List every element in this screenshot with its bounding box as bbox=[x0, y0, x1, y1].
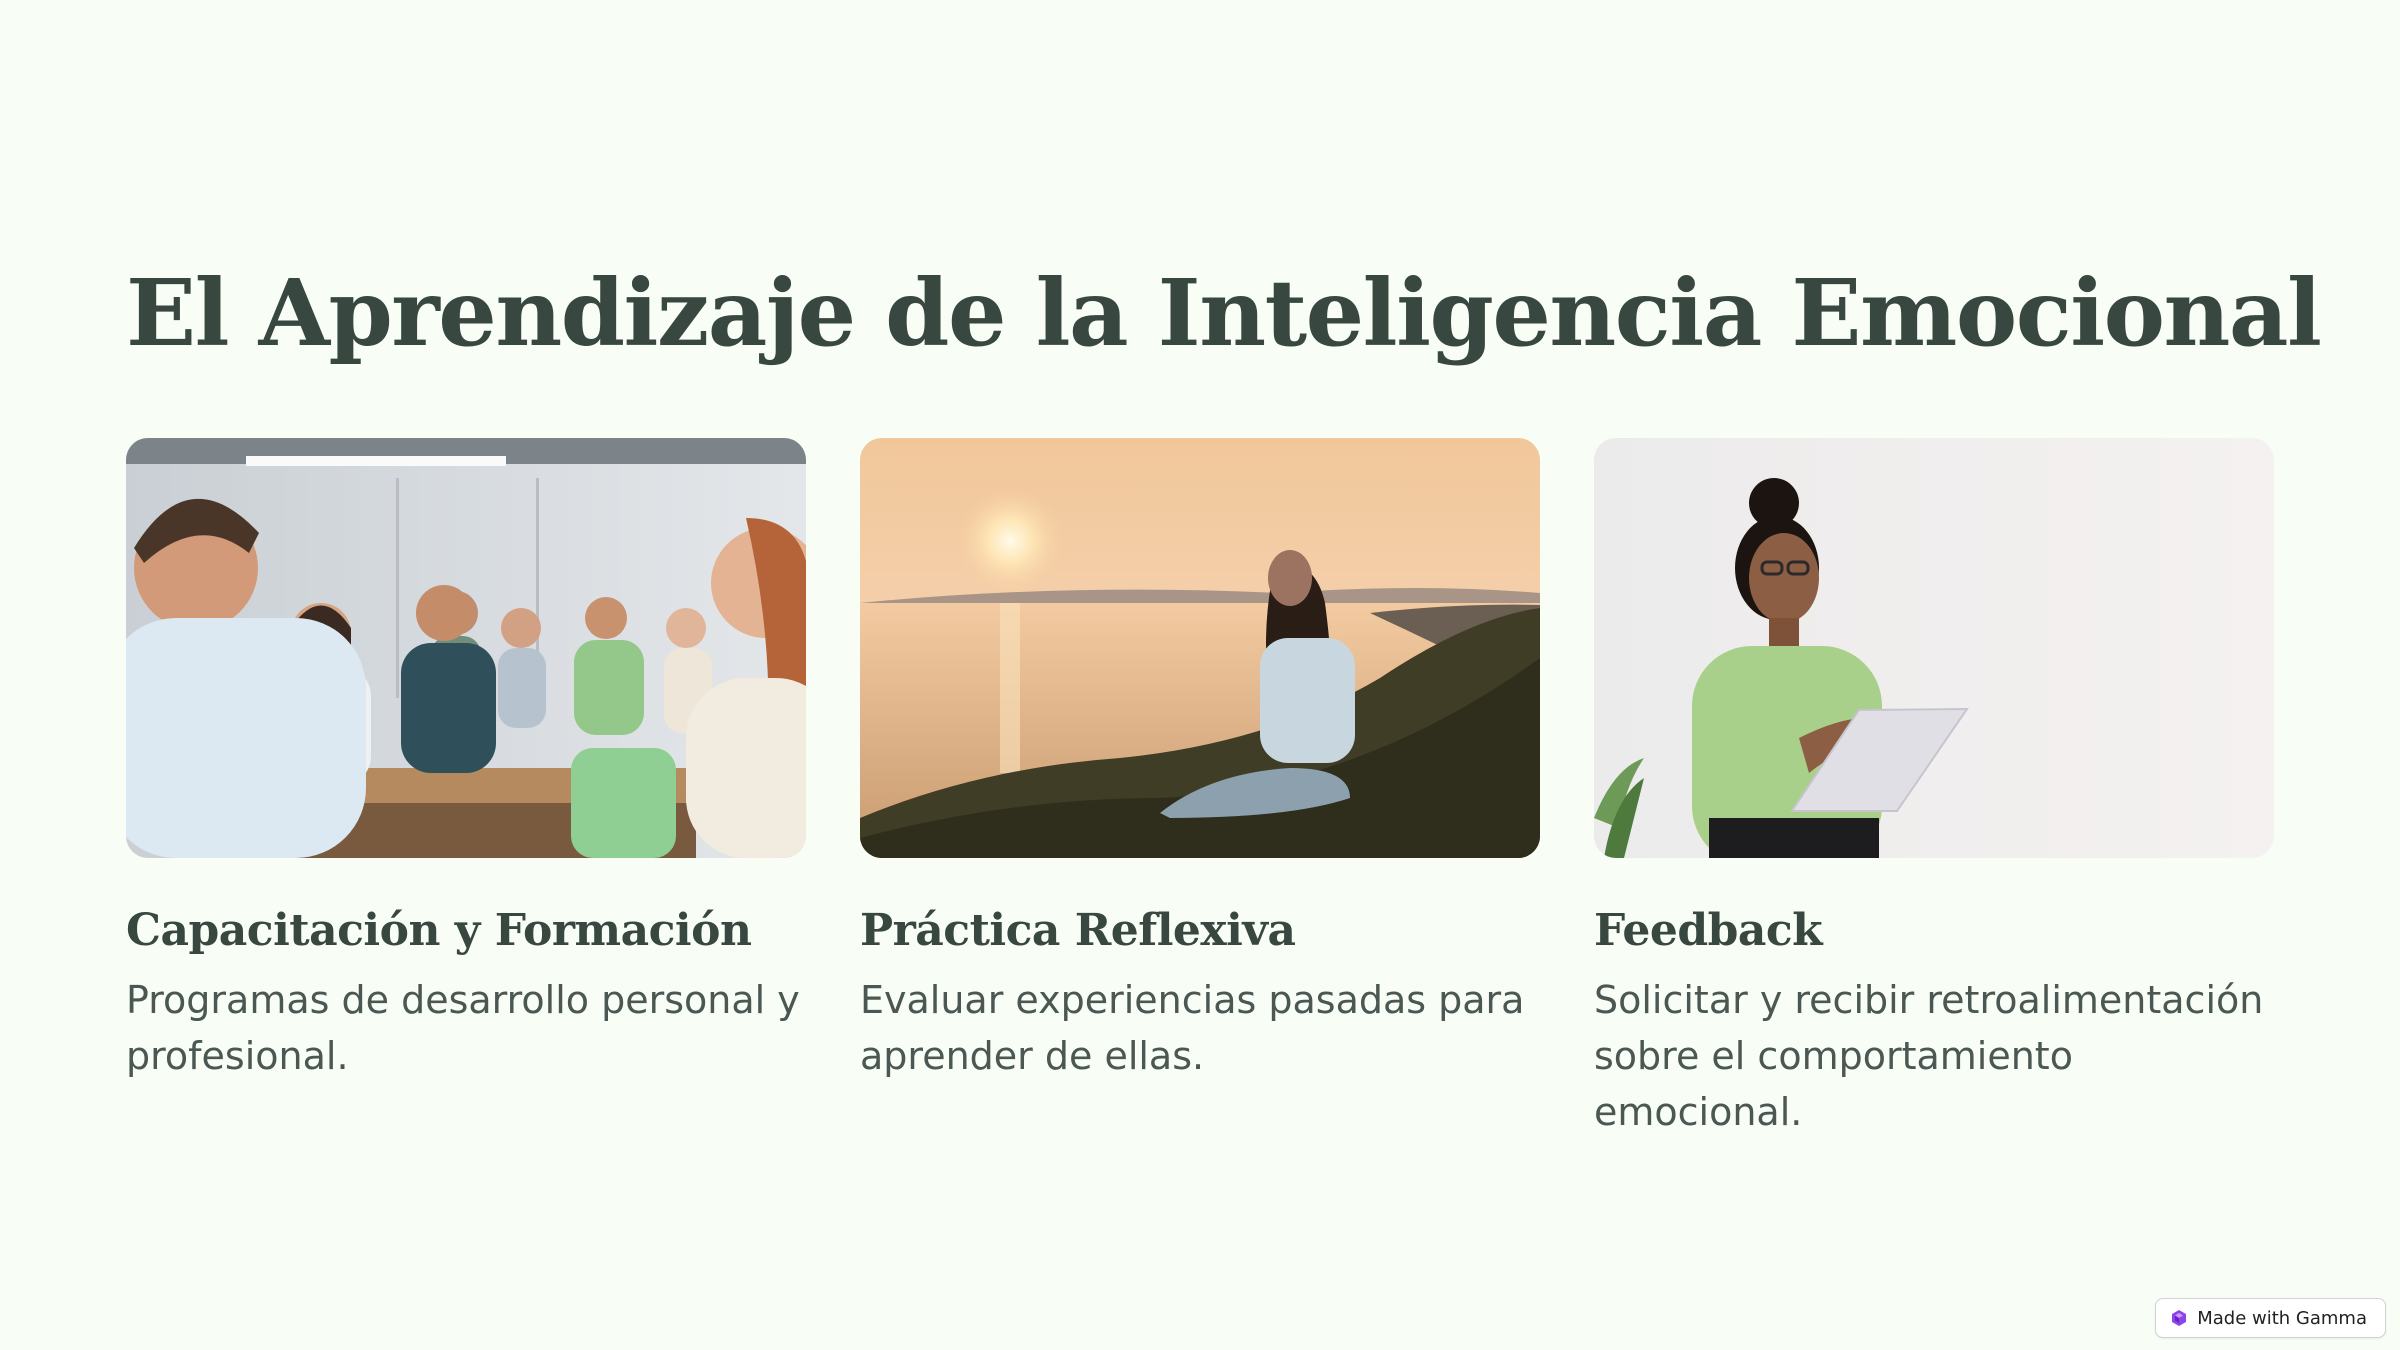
card-description: Solicitar y recibir retroalimentación so… bbox=[1594, 978, 2264, 1134]
card-training: Capacitación y Formación Programas de de… bbox=[126, 438, 806, 1084]
card-reflective-practice: Práctica Reflexiva Evaluar experiencias … bbox=[860, 438, 1540, 1084]
sunset-reflection-image bbox=[860, 438, 1540, 858]
card-description: Programas de desarrollo personal y profe… bbox=[126, 978, 800, 1078]
badge-label: Made with Gamma bbox=[2197, 1307, 2367, 1329]
card-feedback: Feedback Solicitar y recibir retroalimen… bbox=[1594, 438, 2274, 1140]
card-title: Capacitación y Formación bbox=[126, 905, 752, 956]
made-with-gamma-badge[interactable]: Made with Gamma bbox=[2155, 1298, 2386, 1338]
gamma-logo-icon bbox=[2172, 1310, 2187, 1326]
slide-title: El Aprendizaje de la Inteligencia Emocio… bbox=[126, 259, 2322, 367]
feedback-presenter-image bbox=[1594, 438, 2274, 858]
slide: El Aprendizaje de la Inteligencia Emocio… bbox=[0, 0, 2400, 1350]
card-description: Evaluar experiencias pasadas para aprend… bbox=[860, 978, 1525, 1078]
card-title: Práctica Reflexiva bbox=[860, 905, 1296, 956]
card-title: Feedback bbox=[1594, 905, 1823, 956]
training-classroom-image bbox=[126, 438, 806, 858]
